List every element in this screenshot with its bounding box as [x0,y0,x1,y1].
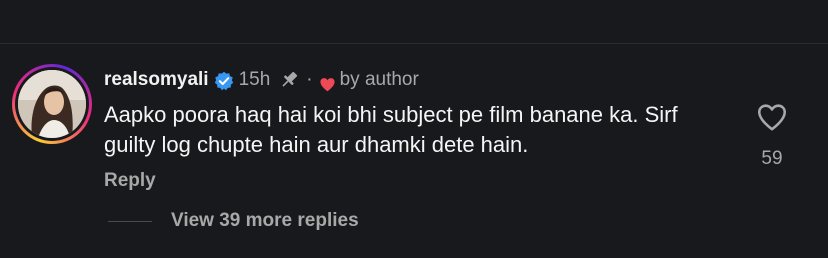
like-count: 59 [761,148,783,169]
heart-filled-icon [319,72,336,91]
replies-line [108,220,152,222]
view-more-replies-button[interactable]: View 39 more replies [108,210,359,232]
verified-badge-icon [214,70,234,91]
top-divider [0,43,828,44]
reply-button[interactable]: Reply [104,170,724,192]
comment-meta: realsomyali 15h · by author [104,64,724,96]
pin-icon [278,69,300,91]
avatar-story-ring[interactable] [12,64,92,144]
heart-outline-icon [757,104,787,131]
comment-thread: realsomyali 15h · by author Aapko poora … [0,0,828,258]
separator-dot: · [306,69,313,90]
comment-body: realsomyali 15h · by author Aapko poora … [104,64,724,192]
avatar-photo [18,70,86,138]
username-link[interactable]: realsomyali [104,64,209,96]
view-more-replies-label: View 39 more replies [171,210,359,231]
comment-text: Aapko poora haq hai koi bhi subject pe f… [104,102,678,157]
timestamp: 15h [238,69,271,90]
by-author-label: by author [339,69,419,90]
avatar[interactable] [18,70,86,138]
like-button[interactable] [754,100,790,134]
